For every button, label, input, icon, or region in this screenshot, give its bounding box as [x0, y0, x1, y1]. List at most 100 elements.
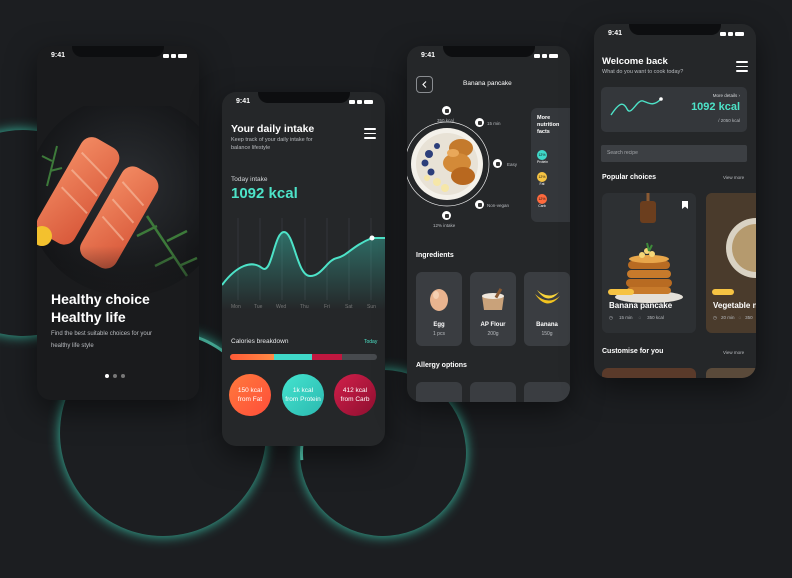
ingredient-qty: 150g [541, 331, 553, 337]
breakdown-bar-fat [230, 354, 275, 360]
ingredient-card-flour[interactable]: AP Flour 200g [470, 272, 516, 346]
summary-kcal: 1092 kcal [691, 101, 740, 113]
breakdown-period[interactable]: Today [364, 339, 377, 345]
pager-dot[interactable] [121, 374, 125, 378]
status-time: 9:41 [236, 98, 251, 105]
protein-value: 1k kcal [292, 386, 314, 394]
card-time: 20 min [720, 315, 735, 320]
customise-card[interactable] [706, 368, 756, 378]
allergy-heading: Allergy options [416, 362, 467, 369]
intake-stat: 12% intake [433, 223, 456, 228]
clock-icon: ◷ [713, 315, 717, 320]
ingredient-name: AP Flour [480, 322, 506, 328]
ingredient-card-egg[interactable]: Egg 1 pcs [416, 272, 462, 346]
pancake-image [602, 193, 696, 333]
day-labels: Mon Tue Wed Thu Fri Sat Sun [222, 304, 385, 312]
time-node [475, 118, 484, 127]
card-kcal: 350 kcal [647, 315, 664, 320]
nutrition-title-line-3: facts [537, 129, 550, 135]
fat-name: Fat [539, 182, 545, 186]
protein-percent: 12% [537, 150, 547, 160]
more-details-link[interactable]: More details › [713, 93, 740, 98]
protein-calories-circle: 1k kcal from Protein [282, 374, 324, 416]
daily-intake-screen: 9:41 Your daily intake Keep track of you… [222, 92, 385, 446]
search-field[interactable]: Search recipe [601, 145, 747, 162]
chevron-left-icon [421, 81, 426, 88]
status-bar: 9:41 [51, 52, 187, 59]
card-meta: ◷ 15 min ◌ 350 kcal [609, 315, 664, 321]
status-bar: 9:41 [236, 98, 373, 105]
nutrition-panel[interactable]: More nutrition facts 12% Protein 12% Fat… [531, 108, 570, 222]
card-time: 15 min [618, 315, 633, 320]
more-details-text: More details [712, 93, 738, 98]
allergy-card[interactable] [524, 382, 570, 402]
search-placeholder: Search recipe [607, 150, 638, 156]
time-stat: 15 min [487, 121, 501, 126]
fat-value: 150 kcal [237, 386, 263, 394]
breakdown-bar [230, 354, 377, 360]
page-subtitle: Keep track of your daily intake for bala… [231, 136, 313, 152]
welcome-subtitle: What do you want to cook today? [602, 69, 684, 75]
fat-calories-circle: 150 kcal from Fat [229, 374, 271, 416]
subtitle-line-1: Find the best suitable choices for your [51, 331, 153, 337]
back-button[interactable] [416, 76, 433, 93]
onboarding-screen: 9:41 Healthy choice Healthy life Find th… [37, 46, 199, 400]
pager-dots[interactable] [105, 374, 125, 378]
title-line-1: Healthy choice [51, 291, 150, 307]
ingredient-qty: 1 pcs [433, 331, 445, 337]
customise-view-more[interactable]: View more [723, 350, 744, 355]
recipe-detail-screen: 9:41 Banana pancake 350 kcal 15 min Easy… [407, 46, 570, 402]
popular-heading: Popular choices [602, 174, 657, 181]
menu-icon[interactable] [736, 61, 748, 75]
status-icons [163, 52, 187, 59]
recipe-card-vegetable[interactable]: Vegetable n ◷ 20 min ◌ 350 [706, 193, 756, 333]
card-kcal: 350 [745, 315, 753, 320]
ingredient-card-banana[interactable]: Banana 150g [524, 272, 570, 346]
protein-label: from Protein [285, 396, 321, 403]
flour-icon [482, 288, 504, 310]
subtitle-line-2: balance lifestyle [231, 145, 271, 151]
chevron-right-icon: › [738, 93, 741, 98]
recipe-card-banana-pancake[interactable]: Banana pancake ◷ 15 min ◌ 350 kcal [602, 193, 696, 333]
intake-chart [222, 218, 385, 310]
menu-icon[interactable] [364, 128, 376, 142]
ingredients-heading: Ingredients [416, 252, 454, 259]
pager-dot[interactable] [113, 374, 117, 378]
home-screen: 9:41 Welcome back What do you want to co… [594, 24, 756, 378]
card-title: Banana pancake [609, 301, 673, 310]
breakdown-bar-carb [312, 354, 342, 360]
fat-label: from Fat [237, 396, 263, 403]
ingredient-name: Banana [536, 322, 558, 328]
popular-view-more[interactable]: View more [723, 175, 744, 180]
intake-node [442, 211, 451, 220]
popular-badge [712, 289, 734, 295]
protein-name: Protein [537, 160, 549, 164]
ingredient-name: Egg [433, 322, 445, 328]
nutrition-title: More nutrition facts [537, 115, 559, 136]
clock-icon: ◷ [609, 315, 613, 320]
pager-dot-active[interactable] [105, 374, 109, 378]
allergy-card[interactable] [416, 382, 462, 402]
breakdown-label: Calories breakdown [231, 338, 289, 345]
recipe-title: Banana pancake [463, 80, 512, 87]
egg-icon [430, 289, 448, 311]
allergy-card[interactable] [470, 382, 516, 402]
chart-current-point [369, 235, 375, 241]
status-icons [349, 98, 373, 105]
breakdown-bar-protein [274, 354, 313, 360]
summary-goal: / 2050 kcal [718, 118, 740, 123]
carb-value: 412 kcal [342, 386, 368, 394]
carb-label: from Carb [340, 396, 370, 403]
status-bar: 9:41 [608, 30, 744, 37]
nutrition-title-line-1: More [537, 115, 551, 121]
onboarding-title: Healthy choice Healthy life [51, 290, 150, 326]
calorie-summary-card[interactable]: More details › 1092 kcal / 2050 kcal [601, 87, 747, 132]
onboarding-subtitle: Find the best suitable choices for your … [51, 328, 152, 352]
title-line-2: Healthy life [51, 309, 126, 325]
customise-card[interactable] [602, 368, 696, 378]
subtitle-line-1: Keep track of your daily intake for [231, 137, 313, 143]
status-time: 9:41 [51, 52, 66, 59]
card-meta: ◷ 20 min ◌ 350 [713, 315, 753, 321]
card-title: Vegetable n [713, 301, 756, 310]
kcal-stat: 350 kcal [437, 118, 454, 123]
